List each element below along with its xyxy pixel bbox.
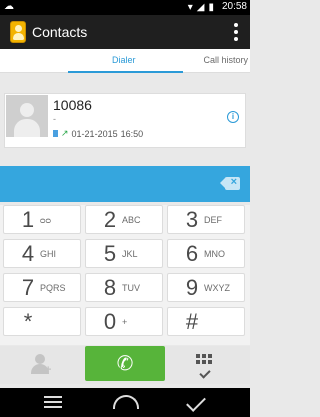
recent-call-card[interactable]: 10086 - ↗ 01-21-2015 16:50 i [4, 93, 246, 148]
app-bar: Contacts [0, 15, 250, 49]
contact-subtitle: - [53, 114, 56, 124]
menu-icon[interactable] [44, 396, 62, 408]
hide-dialpad-icon[interactable] [196, 354, 216, 379]
sim-icon [53, 130, 58, 137]
outgoing-call-icon: ↗ [61, 128, 69, 138]
status-time: 20:58 [221, 1, 247, 12]
key-5[interactable]: 5 JKL [85, 239, 163, 268]
number-input-bar[interactable]: × [0, 166, 250, 202]
contact-number: 10086 [53, 97, 92, 113]
key-9[interactable]: 9 WXYZ [167, 273, 245, 302]
contacts-app-icon [10, 21, 26, 43]
key-3[interactable]: 3 DEF [167, 205, 245, 234]
key-7[interactable]: 7 PQRS [3, 273, 81, 302]
info-icon[interactable]: i [227, 111, 239, 123]
key-2[interactable]: 2 ABC [85, 205, 163, 234]
key-0[interactable]: 0 + [85, 307, 163, 336]
key-hash[interactable]: # [167, 307, 245, 336]
call-button[interactable]: ✆ [85, 346, 165, 381]
back-icon[interactable] [186, 392, 206, 412]
key-1[interactable]: 1 ᴑᴑ [3, 205, 81, 234]
dialpad: 1 ᴑᴑ 2 ABC 3 DEF 4 GHI 5 JKL 6 MNO 7 PQR… [0, 205, 250, 345]
bottom-actions: + ✆ [0, 346, 250, 384]
avatar [6, 95, 48, 137]
key-6[interactable]: 6 MNO [167, 239, 245, 268]
call-date: 01-21-2015 [71, 128, 118, 139]
home-icon[interactable] [113, 395, 139, 409]
navigation-bar [0, 388, 250, 417]
tab-indicator [68, 71, 183, 73]
wifi-icon: ▾ [187, 2, 193, 13]
key-8[interactable]: 8 TUV [85, 273, 163, 302]
key-star[interactable]: * [3, 307, 81, 336]
phone-icon: ✆ [116, 353, 134, 375]
signal-icon: ◢ [196, 2, 205, 13]
battery-icon: ▮ [208, 2, 214, 13]
voicemail-icon: ᴑᴑ [40, 214, 51, 225]
overflow-menu-icon[interactable] [234, 23, 238, 41]
tab-bar: Dialer Call history [0, 49, 250, 73]
call-meta: ↗ 01-21-2015 16:50 [53, 128, 143, 139]
tab-dialer[interactable]: Dialer [112, 55, 136, 65]
cloud-icon: ☁ [4, 1, 14, 12]
status-bar: ☁ ▾ ◢ ▮ 20:58 [0, 0, 250, 15]
call-time: 16:50 [120, 128, 144, 139]
add-contact-icon[interactable]: + [29, 352, 53, 376]
app-title: Contacts [32, 24, 88, 40]
key-4[interactable]: 4 GHI [3, 239, 81, 268]
tab-call-history[interactable]: Call history [203, 55, 248, 65]
status-icons: ▾ ◢ ▮ [188, 2, 214, 13]
backspace-icon[interactable]: × [220, 176, 240, 190]
